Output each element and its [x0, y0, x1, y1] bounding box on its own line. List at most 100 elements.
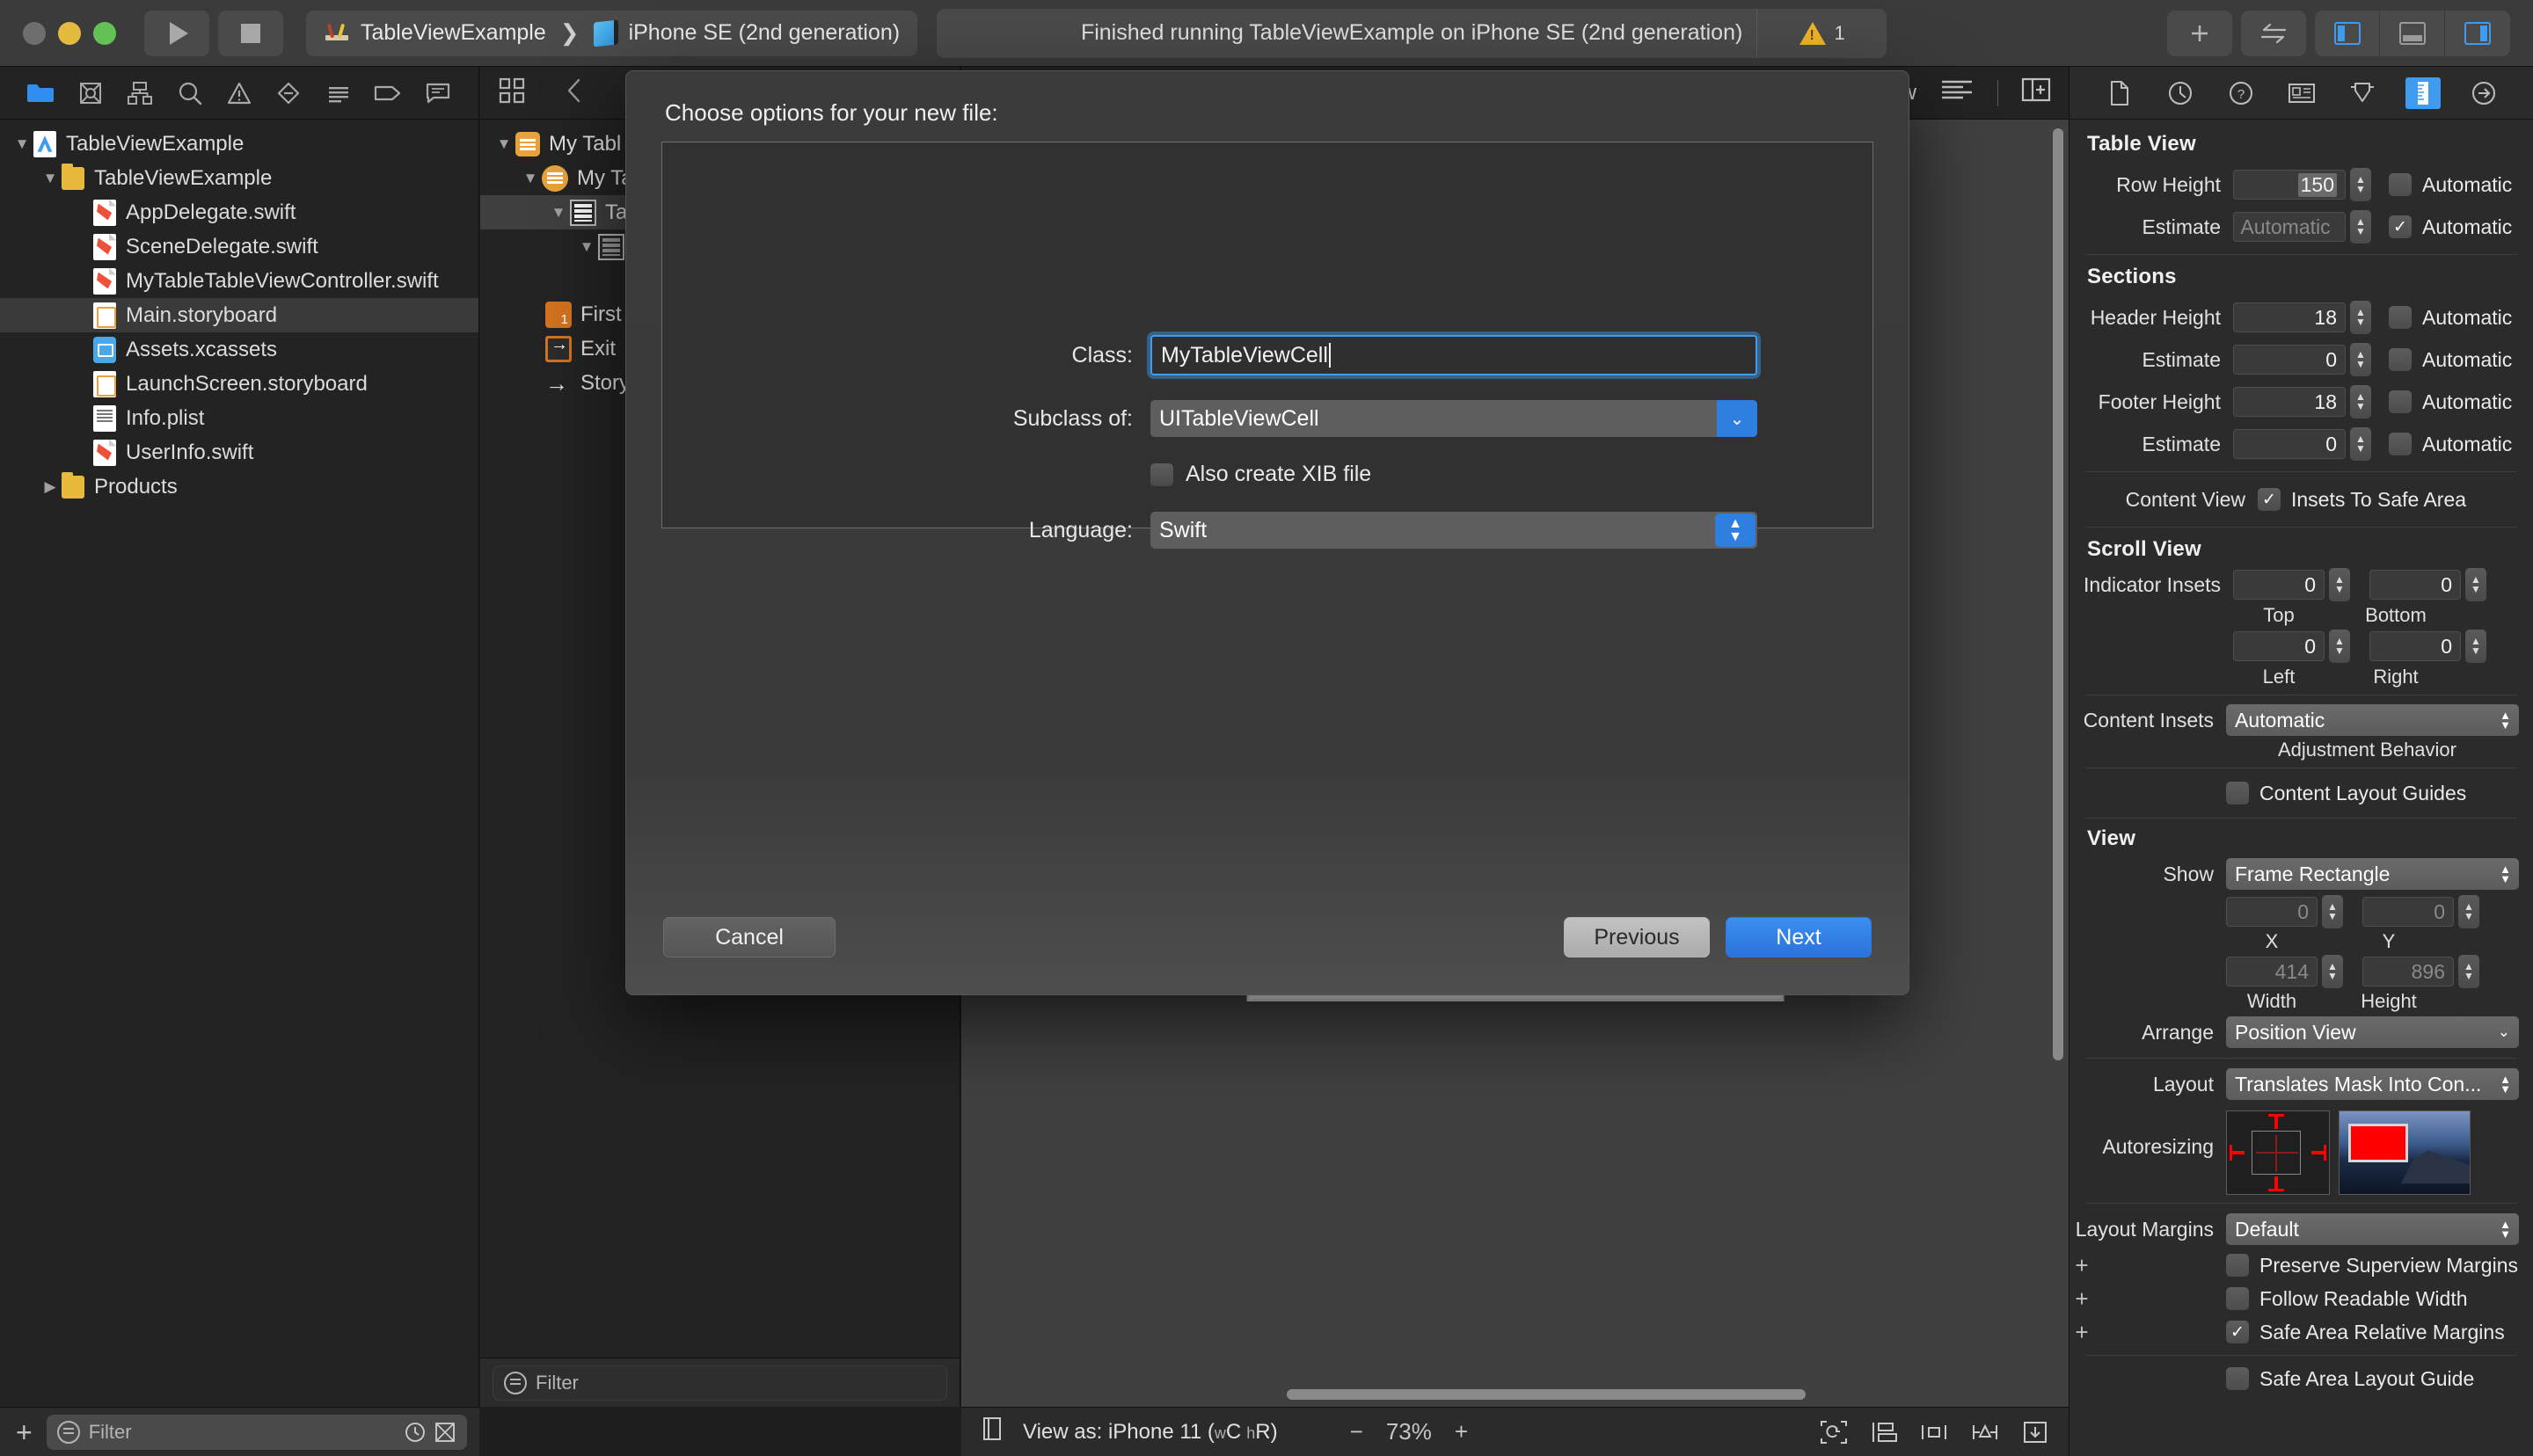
stepper-indicator-inset-right[interactable]: ▲ ▼	[2465, 630, 2486, 663]
tab-history-inspector[interactable]	[2163, 77, 2198, 109]
scheme-selector[interactable]: TableViewExample ❯ iPhone SE (2nd genera…	[306, 10, 918, 56]
tree-item-3[interactable]: SceneDelegate.swift	[0, 229, 478, 264]
sidebar-item-issue-navigator[interactable]	[223, 78, 256, 108]
twisty-down-icon[interactable]: ▼	[11, 135, 33, 153]
checkbox-insets-to-safe-area[interactable]	[2258, 488, 2281, 511]
select-language[interactable]: Swift ▲ ▼	[1150, 512, 1757, 549]
tree-item-8[interactable]: Info.plist	[0, 401, 478, 435]
select-subclass[interactable]: UITableViewCell ⌄	[1150, 400, 1757, 437]
activity-status-bar[interactable]: Finished running TableViewExample on iPh…	[937, 8, 1887, 58]
checkbox-footer-height-automatic[interactable]	[2389, 390, 2412, 413]
stepper-frame-x[interactable]: ▲ ▼	[2322, 895, 2343, 928]
sidebar-item-find-navigator[interactable]	[173, 78, 207, 108]
checkbox-preserve-superview-margins[interactable]	[2226, 1254, 2249, 1277]
sidebar-item-project-navigator[interactable]	[24, 78, 57, 108]
device-preview-toggle-button[interactable]	[981, 1416, 1004, 1448]
input-indicator-inset-top[interactable]: 0	[2233, 570, 2325, 600]
toggle-inspector-button[interactable]	[2445, 11, 2510, 56]
checkbox-header-estimate-automatic[interactable]	[2389, 348, 2412, 371]
stepper-indicator-inset-left[interactable]: ▲ ▼	[2329, 630, 2350, 663]
resolve-auto-layout-icon[interactable]	[2021, 1419, 2049, 1445]
tab-file-inspector[interactable]	[2102, 77, 2137, 109]
next-button[interactable]: Next	[1726, 917, 1872, 957]
zoom-in-button[interactable]: +	[1455, 1418, 1468, 1445]
add-file-button[interactable]: +	[12, 1418, 36, 1446]
autoresize-top-strut[interactable]	[2274, 1115, 2278, 1129]
tree-item-4[interactable]: MyTableTableViewController.swift	[0, 264, 478, 298]
canvas-vertical-scrollbar[interactable]	[2053, 128, 2063, 1060]
select-layout[interactable]: Translates Mask Into Con... ▲ ▼	[2226, 1068, 2519, 1100]
input-frame-x[interactable]: 0	[2226, 897, 2318, 927]
twisty-down-icon[interactable]: ▼	[39, 170, 62, 187]
input-header-estimate[interactable]: 0	[2233, 345, 2346, 375]
stepper-indicator-inset-bottom[interactable]: ▲ ▼	[2465, 568, 2486, 601]
cancel-button[interactable]: Cancel	[663, 917, 836, 957]
minimize-button[interactable]	[58, 21, 81, 45]
stepper-row-height[interactable]: ▲ ▼	[2350, 168, 2371, 201]
add-constraint-button[interactable]: +	[2069, 1285, 2094, 1313]
checkbox-safe-area-relative-margins[interactable]	[2226, 1321, 2249, 1343]
input-footer-height[interactable]: 18	[2233, 387, 2346, 417]
twisty-down-icon[interactable]: ▼	[519, 170, 542, 187]
stepper-header-height[interactable]: ▲ ▼	[2350, 301, 2371, 334]
update-frames-icon[interactable]	[1819, 1419, 1849, 1445]
input-footer-estimate[interactable]: 0	[2233, 429, 2346, 459]
checkbox-safe-area-layout-guide[interactable]	[2226, 1367, 2249, 1390]
input-frame-width[interactable]: 414	[2226, 957, 2318, 986]
tree-item-9[interactable]: UserInfo.swift	[0, 435, 478, 470]
stepper-indicator-inset-top[interactable]: ▲ ▼	[2329, 568, 2350, 601]
input-indicator-inset-left[interactable]: 0	[2233, 631, 2325, 661]
toggle-navigator-button[interactable]	[2315, 10, 2380, 56]
checkbox-row-estimate-automatic[interactable]	[2389, 215, 2412, 238]
autoresizing-control[interactable]	[2226, 1110, 2330, 1195]
library-button[interactable]	[498, 76, 526, 109]
source-control-filter-icon[interactable]	[434, 1421, 456, 1444]
input-header-height[interactable]: 18	[2233, 302, 2346, 332]
stepper-header-estimate[interactable]: ▲ ▼	[2350, 343, 2371, 376]
twisty-down-icon[interactable]: ▼	[547, 204, 570, 222]
outline-filter-input[interactable]: Filter	[493, 1365, 947, 1401]
twisty-right-icon[interactable]: ▶	[39, 478, 62, 496]
select-show[interactable]: Frame Rectangle ▲ ▼	[2226, 858, 2519, 890]
stepper-frame-y[interactable]: ▲ ▼	[2458, 895, 2479, 928]
close-button[interactable]	[23, 21, 46, 45]
code-review-button[interactable]	[2241, 10, 2306, 56]
add-constraints-icon[interactable]	[1970, 1419, 2000, 1445]
stop-button[interactable]	[218, 10, 283, 56]
tree-item-10[interactable]: ▶ Products	[0, 470, 478, 504]
scrollbar-thumb[interactable]	[1287, 1389, 1806, 1400]
sidebar-item-debug-navigator[interactable]	[322, 78, 355, 108]
autoresize-left-strut[interactable]	[2230, 1151, 2245, 1154]
run-button[interactable]	[144, 10, 209, 56]
align-icon[interactable]	[1919, 1419, 1949, 1445]
input-row-estimate[interactable]: Automatic	[2233, 212, 2346, 242]
navigator-filter-input[interactable]: Filter	[46, 1414, 467, 1450]
twisty-down-icon[interactable]: ▼	[493, 135, 515, 153]
zoom-out-button[interactable]: −	[1350, 1418, 1363, 1445]
sidebar-item-symbol-navigator[interactable]	[123, 78, 157, 108]
twisty-down-icon[interactable]: ▼	[575, 238, 598, 256]
add-editor-button[interactable]	[2167, 10, 2232, 56]
checkbox-content-layout-guides[interactable]	[2226, 782, 2249, 804]
zoom-button[interactable]	[93, 21, 116, 45]
input-frame-height[interactable]: 896	[2362, 957, 2454, 986]
checkbox-also-create-xib[interactable]	[1150, 462, 1173, 486]
sidebar-item-breakpoint-navigator[interactable]	[371, 78, 405, 108]
view-as-label[interactable]: View as: iPhone 11 (wC hR)	[1023, 1420, 1278, 1445]
checkbox-follow-readable-width[interactable]	[2226, 1287, 2249, 1310]
input-indicator-inset-right[interactable]: 0	[2369, 631, 2461, 661]
input-indicator-inset-bottom[interactable]: 0	[2369, 570, 2461, 600]
toggle-debug-area-button[interactable]	[2380, 10, 2445, 56]
recent-files-icon[interactable]	[404, 1421, 427, 1444]
warning-indicator[interactable]: 1	[1756, 8, 1887, 58]
add-constraint-button[interactable]: +	[2069, 1319, 2094, 1346]
add-assistant-editor-button[interactable]	[2021, 76, 2051, 109]
back-button[interactable]	[563, 76, 586, 109]
embed-in-icon[interactable]	[1870, 1419, 1898, 1445]
tab-connections-inspector[interactable]	[2466, 77, 2501, 109]
select-layout-margins[interactable]: Default ▲ ▼	[2226, 1213, 2519, 1245]
tab-quick-help-inspector[interactable]: ?	[2223, 77, 2259, 109]
add-constraint-button[interactable]: +	[2069, 1252, 2094, 1279]
tab-size-inspector[interactable]	[2405, 76, 2441, 109]
checkbox-row-height-automatic[interactable]	[2389, 173, 2412, 196]
